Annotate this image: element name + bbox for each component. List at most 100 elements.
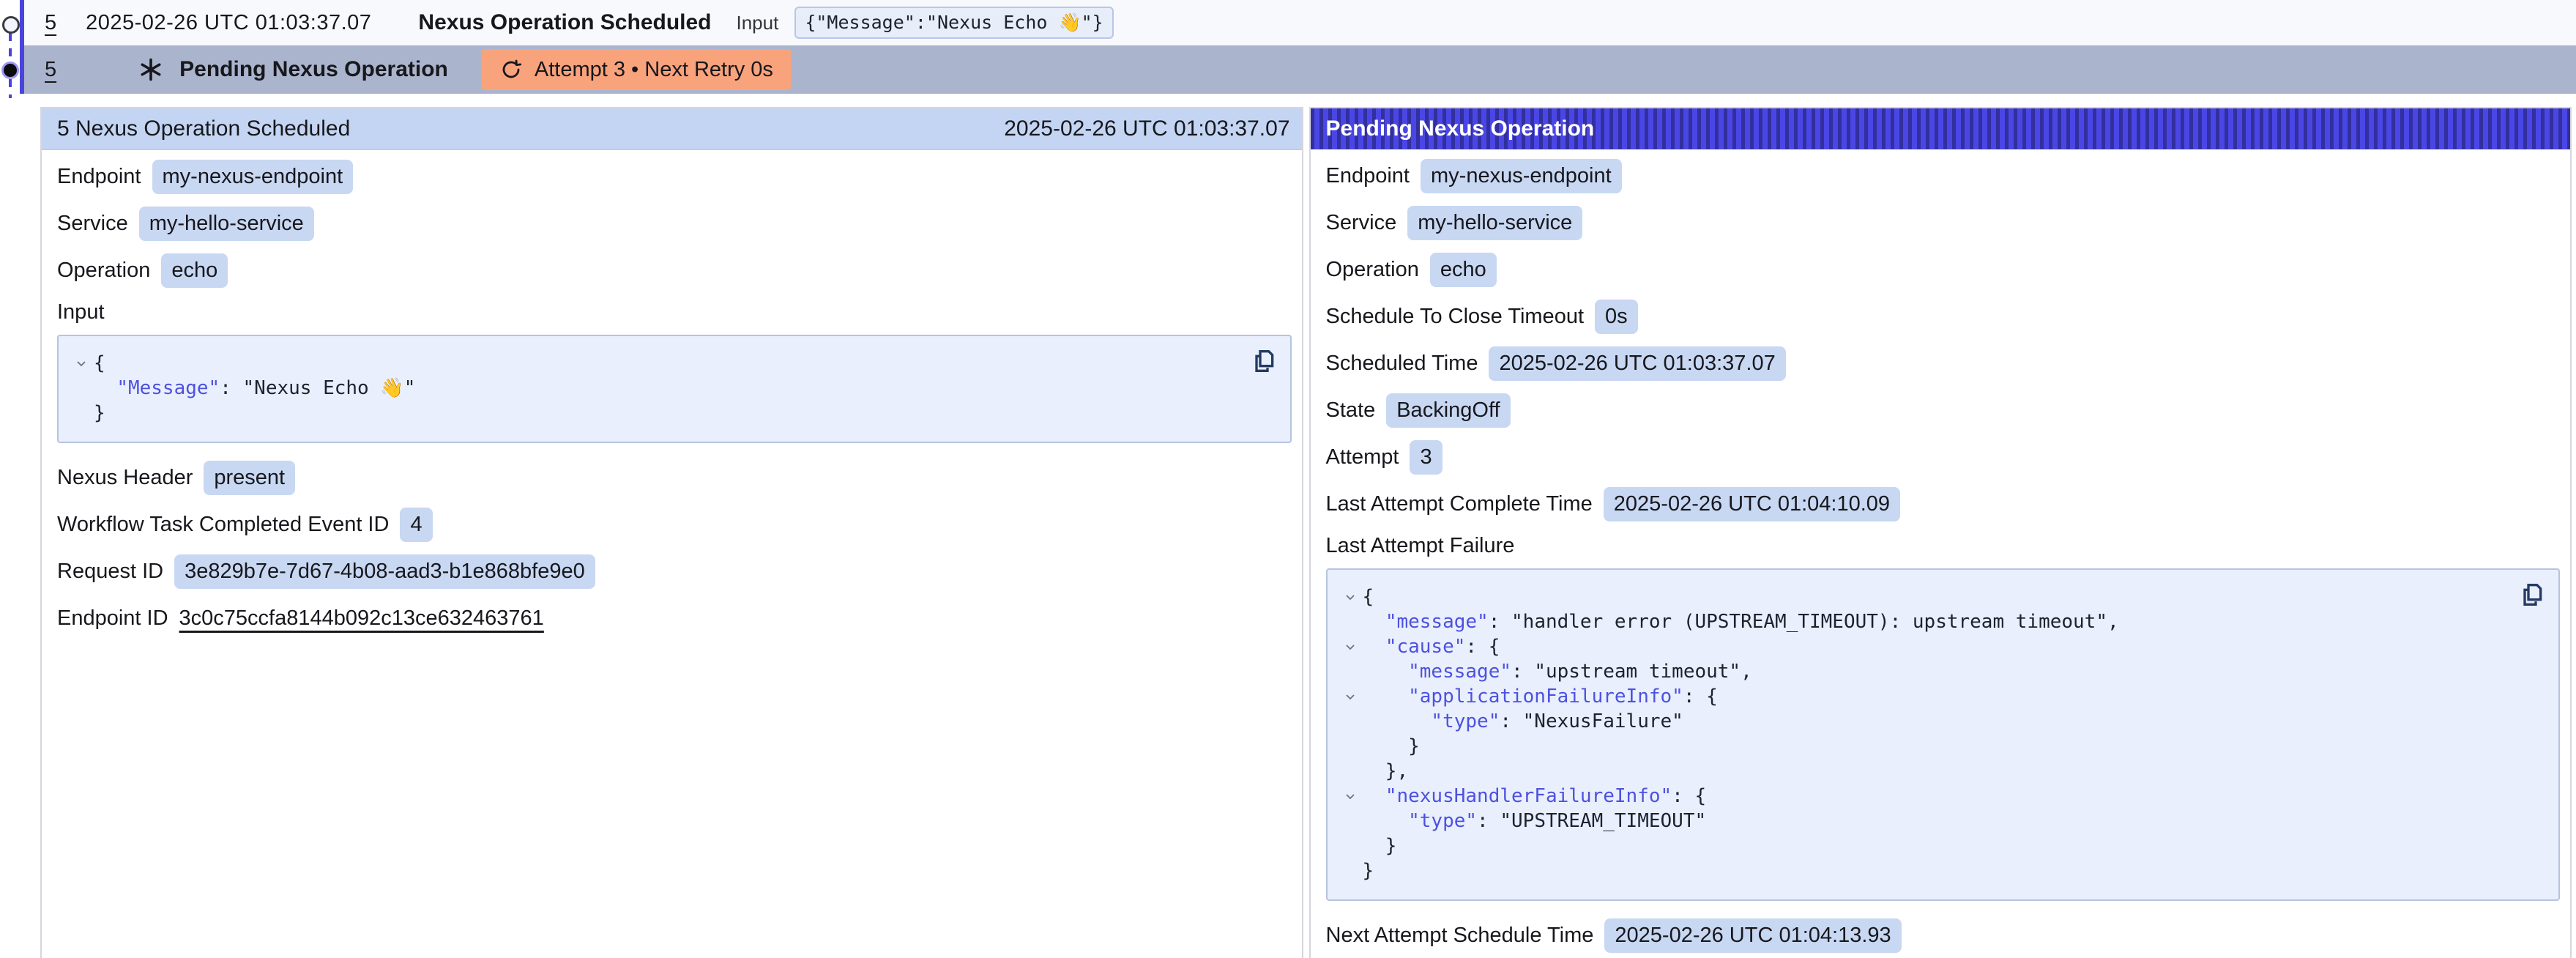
code-line: "nexusHandlerFailureInfo": { [1338,784,2508,809]
input-section-label: Input [57,300,1292,324]
chevron-down-icon[interactable] [1338,684,1363,709]
event-title: Nexus Operation Scheduled [418,10,711,35]
field-value: BackingOff [1386,393,1510,428]
chevron-down-icon[interactable] [1338,784,1363,809]
field-row: State BackingOff [1326,393,2561,428]
asterisk-icon [137,56,165,83]
field-label: Request ID [57,560,163,584]
field-row: Service my-hello-service [1326,206,2561,240]
failure-json-viewer: { "message": "handler error (UPSTREAM_TI… [1326,568,2561,901]
field-row: Endpoint my-nexus-endpoint [1326,159,2561,193]
field-row: Request ID 3e829b7e-7d67-4b08-aad3-b1e86… [57,554,1292,589]
code-line: "message": "handler error (UPSTREAM_TIME… [1338,609,2508,634]
chevron-down-icon[interactable] [69,351,94,376]
code-line: } [1338,833,2508,858]
code-gutter [1338,609,1363,634]
field-value: 2025-02-26 UTC 01:04:10.09 [1604,487,1900,521]
field-value: 2025-02-26 UTC 01:03:37.07 [1489,346,1785,381]
field-label: Endpoint [1326,164,1410,188]
field-row: Endpoint my-nexus-endpoint [57,160,1292,194]
event-row-nexus-operation-scheduled[interactable]: 5 2025-02-26 UTC 01:03:37.07 Nexus Opera… [24,0,2576,45]
code-line: }, [1338,759,2508,784]
pending-operation-panel: Pending Nexus Operation Endpoint my-nexu… [1309,107,2572,958]
code-line: "type": "UPSTREAM_TIMEOUT" [1338,809,2508,833]
input-value-chip: {"Message":"Nexus Echo 👋"} [794,7,1113,39]
input-json-viewer: { "Message": "Nexus Echo 👋"} [57,335,1292,443]
code-line: "message": "upstream timeout", [1338,659,2508,684]
code-gutter [1338,734,1363,759]
field-value: present [204,461,295,495]
event-time: 2025-02-26 UTC 01:03:37.07 [86,11,371,35]
timeline-node-filled-icon [4,64,17,77]
field-label: Nexus Header [57,466,193,490]
code-line: "cause": { [1338,634,2508,659]
field-label: Last Attempt Complete Time [1326,492,1593,516]
code-line: } [1338,734,2508,759]
chevron-down-icon[interactable] [1338,634,1363,659]
field-value: echo [1430,253,1497,287]
code-gutter [1338,659,1363,684]
code-lines: { "Message": "Nexus Echo 👋"} [69,351,1239,426]
field-row: Endpoint ID 3c0c75ccfa8144b092c13ce63246… [57,601,1292,635]
field-row: Schedule To Close Timeout 0s [1326,300,2561,334]
field-value: my-hello-service [139,207,314,241]
pending-title: Pending Nexus Operation [179,57,448,82]
pending-event-id-link[interactable]: 5 [45,58,56,82]
field-list: Endpoint my-nexus-endpoint Service my-he… [1326,159,2561,521]
field-value: 3 [1410,440,1442,475]
panel-header-time: 2025-02-26 UTC 01:03:37.07 [1004,116,1289,141]
field-label: Attempt [1326,445,1399,469]
code-gutter [1338,709,1363,734]
copy-icon [1249,346,1278,376]
chevron-down-icon[interactable] [1338,584,1363,609]
copy-icon [2517,580,2547,609]
field-value: my-hello-service [1407,206,1582,240]
field-row: Workflow Task Completed Event ID 4 [57,508,1292,542]
field-row: Next Attempt Schedule Time 2025-02-26 UT… [1326,918,2561,953]
field-list: Nexus Header present Workflow Task Compl… [57,461,1292,635]
field-value: echo [161,253,228,288]
detail-panels: 5 Nexus Operation Scheduled 2025-02-26 U… [40,107,2572,958]
code-gutter [1338,759,1363,784]
code-lines: { "message": "handler error (UPSTREAM_TI… [1338,584,2508,883]
field-row: Operation echo [57,253,1292,288]
copy-button[interactable] [1248,345,1280,377]
field-value: 3e829b7e-7d67-4b08-aad3-b1e868bfe9e0 [174,554,595,589]
field-value: 4 [400,508,432,542]
field-list: Endpoint my-nexus-endpoint Service my-he… [57,160,1292,288]
field-value: my-nexus-endpoint [152,160,354,194]
code-line: "type": "NexusFailure" [1338,709,2508,734]
field-label: Service [1326,211,1397,235]
selected-accent-bar [20,0,24,94]
retry-icon [499,58,523,81]
field-label: Scheduled Time [1326,352,1478,376]
field-row: Scheduled Time 2025-02-26 UTC 01:03:37.0… [1326,346,2561,381]
field-label: Service [57,212,128,236]
field-value: my-nexus-endpoint [1421,159,1622,193]
event-history-top: 5 2025-02-26 UTC 01:03:37.07 Nexus Opera… [0,0,2576,94]
field-list: Next Attempt Schedule Time 2025-02-26 UT… [1326,918,2561,953]
field-value[interactable]: 3c0c75ccfa8144b092c13ce632463761 [179,606,544,631]
field-row: Attempt 3 [1326,440,2561,475]
event-detail-header: 5 Nexus Operation Scheduled 2025-02-26 U… [42,108,1302,150]
field-label: State [1326,398,1376,423]
pending-operation-body: Endpoint my-nexus-endpoint Service my-he… [1311,149,2571,953]
field-label: Workflow Task Completed Event ID [57,513,389,537]
field-label: Endpoint [57,165,141,189]
field-label: Schedule To Close Timeout [1326,305,1585,329]
field-value: 2025-02-26 UTC 01:04:13.93 [1604,918,1901,953]
copy-button[interactable] [2516,579,2548,611]
field-row: Service my-hello-service [57,207,1292,241]
code-line: "Message": "Nexus Echo 👋" [69,376,1239,401]
field-value: 0s [1595,300,1638,334]
failure-section-label: Last Attempt Failure [1326,534,2561,558]
event-id-link[interactable]: 5 [45,11,56,35]
code-gutter [69,376,94,401]
pending-nexus-operation-row[interactable]: 5 Pending Nexus Operation Attempt 3 • Ne… [24,45,2576,94]
code-gutter [1338,809,1363,833]
event-input-summary: Input {"Message":"Nexus Echo 👋"} [737,7,1114,39]
code-line: { [1338,584,2508,609]
code-line: } [1338,858,2508,883]
field-label: Endpoint ID [57,606,168,631]
field-label: Next Attempt Schedule Time [1326,924,1594,948]
